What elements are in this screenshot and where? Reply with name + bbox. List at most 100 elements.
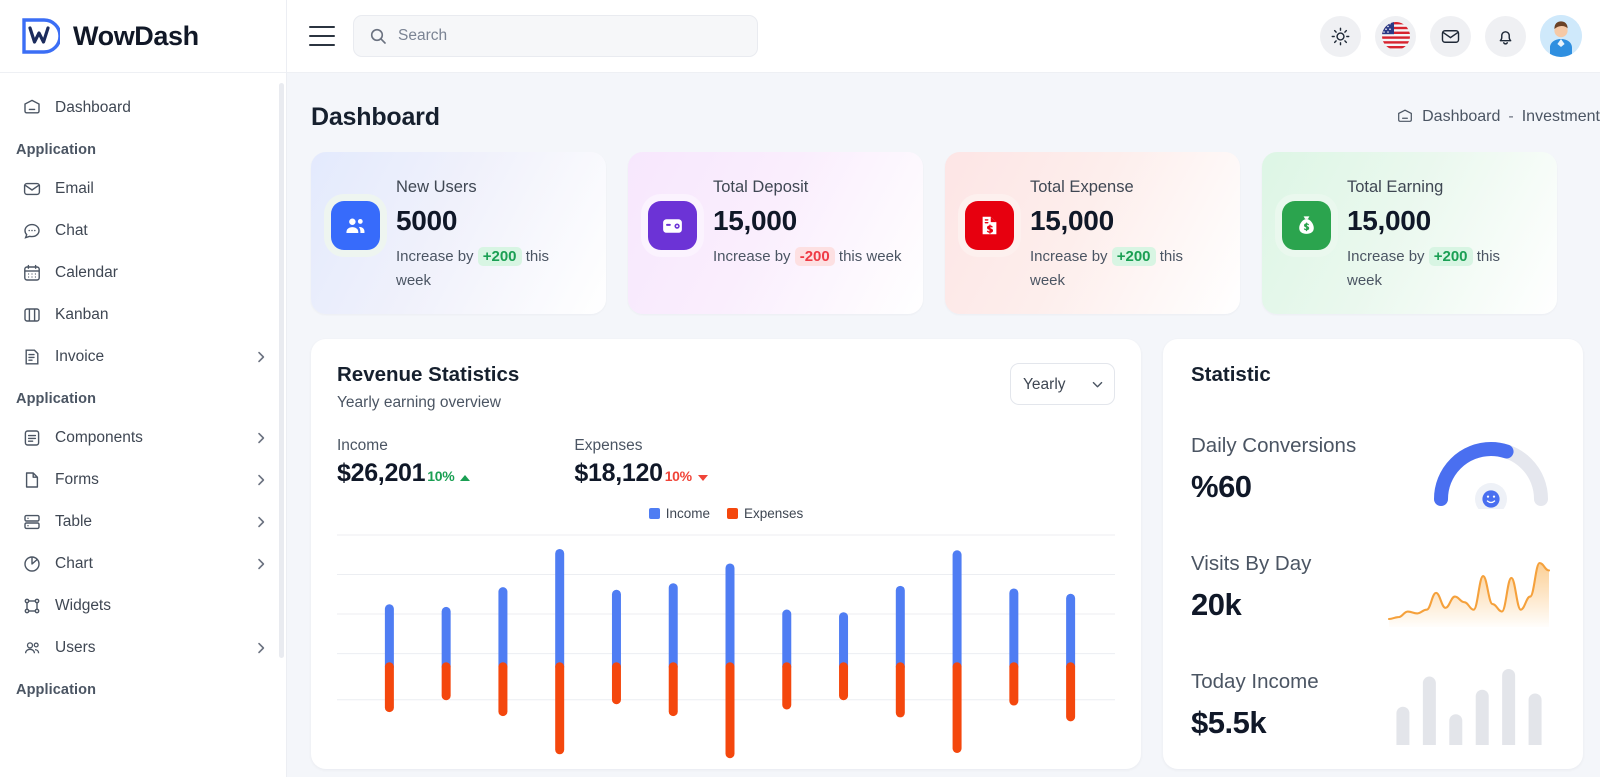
stat-card-subtext: Increase by -200 this week [713, 245, 901, 269]
legend-swatch-icon [649, 508, 660, 519]
sidebar-item-label: Email [55, 180, 268, 197]
users-group-icon [22, 638, 42, 658]
metric-expenses: Expenses $18,120 10% [574, 437, 707, 488]
breadcrumb-item-investment: Investment [1522, 108, 1600, 126]
stat-card-sub-prefix: Increase by [1030, 248, 1108, 265]
sidebar-item-components[interactable]: Components [0, 417, 286, 459]
statistic-row-visits-by-day: Visits By Day 20k [1191, 539, 1555, 635]
sidebar-item-forms[interactable]: Forms [0, 459, 286, 501]
pie-chart-icon [22, 554, 42, 574]
stat-card-label: New Users [396, 178, 586, 197]
sidebar-item-widgets[interactable]: Widgets [0, 585, 286, 627]
status-badge: +200 [1112, 247, 1156, 266]
stat-card-sub-prefix: Increase by [1347, 248, 1425, 265]
sidebar-section-heading: Application [0, 378, 286, 417]
wallet-filled-icon [660, 213, 685, 238]
sidebar-item-chat[interactable]: Chat [0, 210, 286, 252]
brand-logo-area[interactable]: WowDash [0, 0, 286, 73]
search-input[interactable] [398, 27, 742, 45]
breadcrumb-separator: - [1508, 108, 1513, 126]
kanban-board-icon [22, 305, 42, 325]
sidebar-item-label: Calendar [55, 264, 268, 281]
expense-document-filled-icon [977, 213, 1002, 238]
stat-card-body: Total Expense 15,000 Increase by +200 th… [1030, 178, 1220, 293]
wowdash-logo-icon [20, 16, 60, 56]
sidebar-item-email[interactable]: Email [0, 168, 286, 210]
bar-spark-chart [1383, 665, 1555, 745]
statistic-row-value: %60 [1191, 469, 1427, 505]
invoice-icon [22, 347, 42, 367]
chart-legend: Income Expenses [337, 506, 1115, 521]
stat-card-new-users[interactable]: New Users 5000 Increase by +200 this wee… [311, 152, 606, 314]
revenue-panel-header: Revenue Statistics Yearly earning overvi… [337, 363, 1115, 412]
legend-item-expenses[interactable]: Expenses [727, 506, 803, 521]
legend-swatch-icon [727, 508, 738, 519]
metric-label: Expenses [574, 437, 707, 455]
revenue-bar-chart[interactable] [337, 529, 1115, 759]
revenue-statistics-panel: Revenue Statistics Yearly earning overvi… [311, 339, 1141, 769]
home-dashboard-icon [1396, 108, 1414, 126]
profile-button[interactable] [1540, 15, 1582, 57]
widgets-icon [22, 596, 42, 616]
envelope-icon [22, 179, 42, 199]
trend-down-icon [698, 475, 708, 481]
messages-button[interactable] [1430, 16, 1471, 57]
stat-card-total-expense[interactable]: Total Expense 15,000 Increase by +200 th… [945, 152, 1240, 314]
stat-card-sub-suffix: this week [839, 248, 902, 265]
theme-toggle-button[interactable] [1320, 16, 1361, 57]
sidebar-nav: Dashboard Application Email [0, 73, 286, 777]
stat-card-subtext: Increase by +200 this week [1030, 245, 1220, 293]
metric-label: Income [337, 437, 470, 455]
envelope-icon [1440, 26, 1461, 47]
chevron-right-icon [254, 431, 268, 445]
panels-row: Revenue Statistics Yearly earning overvi… [311, 339, 1600, 769]
stat-card-total-earning[interactable]: Total Earning 15,000 Increase by +200 th… [1262, 152, 1557, 314]
components-icon [22, 428, 42, 448]
metric-income: Income $26,201 10% [337, 437, 470, 488]
search-box[interactable] [353, 15, 758, 57]
stat-card-sub-prefix: Increase by [396, 248, 474, 265]
stat-card-value: 15,000 [713, 203, 901, 238]
search-icon [369, 27, 387, 45]
trend-up-icon [460, 475, 470, 481]
statistic-panel: Statistic Daily Conversions %60 [1163, 339, 1583, 769]
sidebar-item-label: Dashboard [55, 99, 268, 116]
breadcrumb-item-dashboard[interactable]: Dashboard [1422, 108, 1500, 126]
usa-flag-icon [1379, 19, 1413, 53]
stat-card-icon-badge [331, 201, 380, 250]
notifications-button[interactable] [1485, 16, 1526, 57]
sidebar-item-label: Kanban [55, 306, 268, 323]
stat-cards-row: New Users 5000 Increase by +200 this wee… [311, 152, 1600, 314]
sidebar-item-chart[interactable]: Chart [0, 543, 286, 585]
sidebar-item-dashboard[interactable]: Dashboard [0, 87, 286, 129]
chevron-right-icon [254, 515, 268, 529]
app-root: WowDash Dashboard Application [0, 0, 1600, 777]
stat-card-icon-badge [648, 201, 697, 250]
sidebar-item-invoice[interactable]: Invoice [0, 336, 286, 378]
user-avatar-icon [1540, 15, 1582, 57]
legend-label: Income [666, 506, 710, 521]
stat-card-body: Total Deposit 15,000 Increase by -200 th… [713, 178, 901, 269]
legend-item-income[interactable]: Income [649, 506, 710, 521]
language-button[interactable] [1375, 16, 1416, 57]
hamburger-menu-icon[interactable] [309, 26, 335, 46]
status-badge: +200 [1429, 247, 1473, 266]
topbar-actions [1320, 15, 1582, 57]
metric-amount: $18,120 [574, 459, 662, 488]
sidebar-item-calendar[interactable]: Calendar [0, 252, 286, 294]
table-icon [22, 512, 42, 532]
metric-delta: 10% [665, 468, 692, 484]
sidebar-item-kanban[interactable]: Kanban [0, 294, 286, 336]
chevron-right-icon [254, 641, 268, 655]
status-badge: +200 [478, 247, 522, 266]
stat-card-total-deposit[interactable]: Total Deposit 15,000 Increase by -200 th… [628, 152, 923, 314]
sidebar-item-users[interactable]: Users [0, 627, 286, 669]
sidebar-item-table[interactable]: Table [0, 501, 286, 543]
main-area: Dashboard Dashboard - Investment [287, 0, 1600, 777]
sidebar-item-label: Forms [55, 471, 241, 488]
period-select[interactable]: YearlyMonthlyWeekly [1010, 363, 1115, 405]
calendar-icon [22, 263, 42, 283]
sidebar-item-label: Chart [55, 555, 241, 572]
area-spark-chart [1383, 547, 1555, 627]
topbar [287, 0, 1600, 73]
